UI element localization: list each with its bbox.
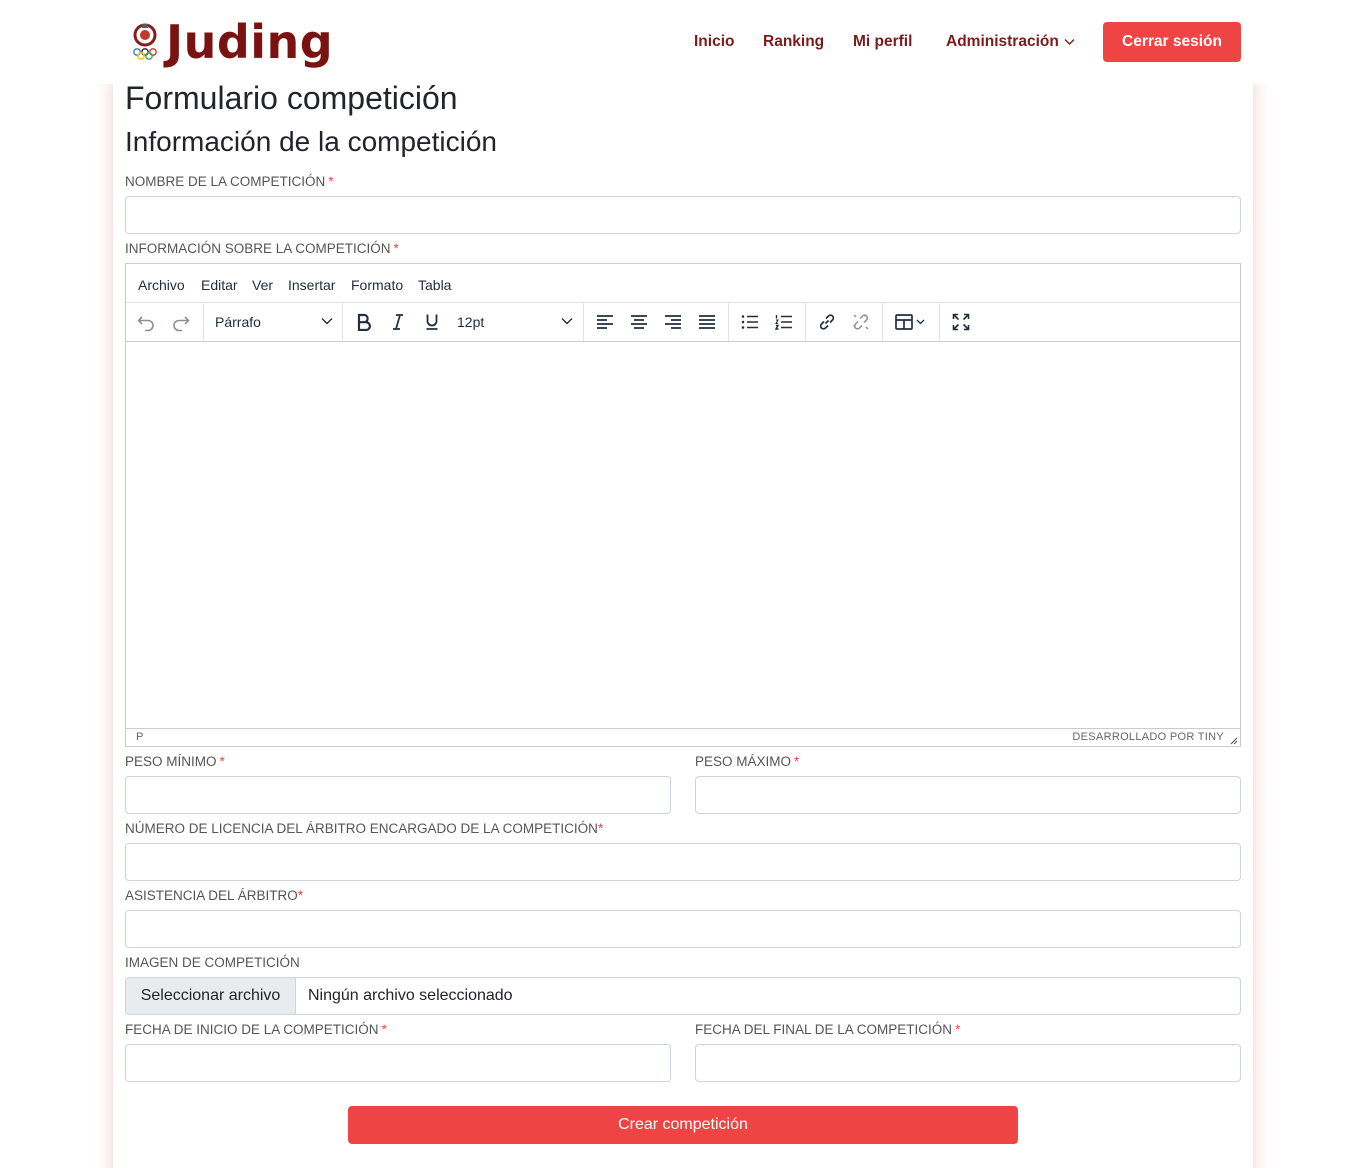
editor-menubar: Archivo Editar Ver Insertar Formato Tabl… — [126, 264, 1240, 303]
chevron-down-icon — [1064, 39, 1075, 45]
powered-by-tiny[interactable]: DESARROLLADO POR TINY — [1072, 731, 1224, 743]
redo-icon[interactable] — [167, 309, 195, 335]
end-date-label-text: FECHA DEL FINAL DE LA COMPETICIÓN — [695, 1022, 953, 1037]
align-justify-icon[interactable] — [693, 309, 721, 335]
min-weight-label: PESO MÍNIMO * — [125, 754, 225, 769]
start-date-label: FECHA DE INICIO DE LA COMPETICIÓN * — [125, 1022, 387, 1037]
brand-name: Juding — [166, 15, 334, 69]
unlink-icon[interactable] — [847, 309, 875, 335]
required-marker: * — [219, 754, 225, 769]
undo-icon[interactable] — [132, 309, 160, 335]
editor-statusbar: P DESARROLLADO POR TINY — [126, 728, 1240, 746]
editor-toolbar: Párrafo 12pt — [126, 303, 1240, 342]
font-size-value: 12pt — [457, 314, 485, 330]
logout-button[interactable]: Cerrar sesión — [1103, 22, 1241, 62]
fullscreen-icon[interactable] — [947, 309, 975, 335]
align-left-icon[interactable] — [591, 309, 619, 335]
nav-administracion-dropdown[interactable]: Administración — [946, 33, 1075, 51]
referee-attendance-input[interactable] — [125, 910, 1241, 948]
numbered-list-icon[interactable] — [770, 309, 798, 335]
min-weight-label-text: PESO MÍNIMO — [125, 754, 217, 769]
required-marker: * — [381, 1022, 387, 1037]
required-marker: * — [794, 754, 800, 769]
chevron-down-icon — [321, 318, 333, 325]
required-marker: * — [597, 821, 604, 836]
element-path[interactable]: P — [136, 731, 143, 743]
menu-insertar[interactable]: Insertar — [288, 277, 335, 293]
menu-archivo[interactable]: Archivo — [138, 277, 185, 293]
min-weight-input[interactable] — [125, 776, 671, 814]
referee-attendance-label: ASISTENCIA DEL ÁRBITRO* — [125, 888, 303, 903]
nav-administracion-label: Administración — [946, 33, 1059, 50]
required-marker: * — [393, 241, 399, 256]
nav-mi-perfil[interactable]: Mi perfil — [853, 33, 912, 51]
required-marker: * — [955, 1022, 961, 1037]
align-center-icon[interactable] — [625, 309, 653, 335]
nav-ranking[interactable]: Ranking — [763, 33, 824, 51]
rich-text-editor: Archivo Editar Ver Insertar Formato Tabl… — [125, 263, 1241, 747]
referee-license-label-text: NÚMERO DE LICENCIA DEL ÁRBITRO ENCARGADO… — [125, 821, 598, 836]
end-date-input[interactable] — [695, 1044, 1241, 1082]
max-weight-label-text: PESO MÁXIMO — [695, 754, 792, 769]
required-marker: * — [328, 174, 334, 189]
block-format-select[interactable]: Párrafo — [215, 309, 333, 335]
menu-ver[interactable]: Ver — [252, 277, 273, 293]
image-label: IMAGEN DE COMPETICIÓN — [125, 955, 300, 970]
nav-inicio[interactable]: Inicio — [694, 33, 734, 51]
bullet-list-icon[interactable] — [736, 309, 764, 335]
chevron-down-icon — [561, 318, 573, 325]
align-right-icon[interactable] — [659, 309, 687, 335]
name-label-text: NOMBRE DE LA COMPETICIÓN — [125, 174, 326, 189]
menu-editar[interactable]: Editar — [201, 277, 238, 293]
menu-tabla[interactable]: Tabla — [418, 277, 451, 293]
required-marker: * — [297, 888, 304, 903]
max-weight-input[interactable] — [695, 776, 1241, 814]
referee-attendance-label-text: ASISTENCIA DEL ÁRBITRO — [125, 888, 298, 903]
underline-icon[interactable] — [418, 309, 446, 335]
resize-handle-icon[interactable] — [1229, 736, 1238, 745]
competition-image-file-input[interactable]: Seleccionar archivo Ningún archivo selec… — [125, 977, 1241, 1015]
link-icon[interactable] — [813, 309, 841, 335]
info-label-text: INFORMACIÓN SOBRE LA COMPETICIÓN — [125, 241, 391, 256]
start-date-input[interactable] — [125, 1044, 671, 1082]
max-weight-label: PESO MÁXIMO * — [695, 754, 799, 769]
competition-name-input[interactable] — [125, 196, 1241, 234]
font-size-select[interactable]: 12pt — [457, 309, 573, 335]
table-icon[interactable] — [890, 309, 930, 335]
bold-icon[interactable] — [350, 309, 378, 335]
block-format-value: Párrafo — [215, 314, 261, 330]
end-date-label: FECHA DEL FINAL DE LA COMPETICIÓN * — [695, 1022, 960, 1037]
judo-emblem-icon — [133, 23, 157, 60]
section-title: Información de la competición — [125, 126, 497, 157]
start-date-label-text: FECHA DE INICIO DE LA COMPETICIÓN — [125, 1022, 379, 1037]
image-label-text: IMAGEN DE COMPETICIÓN — [125, 955, 300, 970]
page-title: Formulario competición — [125, 80, 458, 116]
choose-file-button[interactable]: Seleccionar archivo — [126, 978, 296, 1014]
referee-license-label: NÚMERO DE LICENCIA DEL ÁRBITRO ENCARGADO… — [125, 821, 603, 836]
file-status-text: Ningún archivo seleccionado — [308, 987, 513, 1004]
top-navbar: Juding Inicio Ranking Mi perfil Administ… — [0, 0, 1366, 84]
name-label: NOMBRE DE LA COMPETICIÓN * — [125, 174, 334, 189]
create-competition-button[interactable]: Crear competición — [348, 1106, 1018, 1144]
menu-formato[interactable]: Formato — [351, 277, 403, 293]
info-label: INFORMACIÓN SOBRE LA COMPETICIÓN * — [125, 241, 399, 256]
referee-license-input[interactable] — [125, 843, 1241, 881]
italic-icon[interactable] — [384, 309, 412, 335]
brand-logo[interactable]: Juding — [128, 16, 333, 68]
